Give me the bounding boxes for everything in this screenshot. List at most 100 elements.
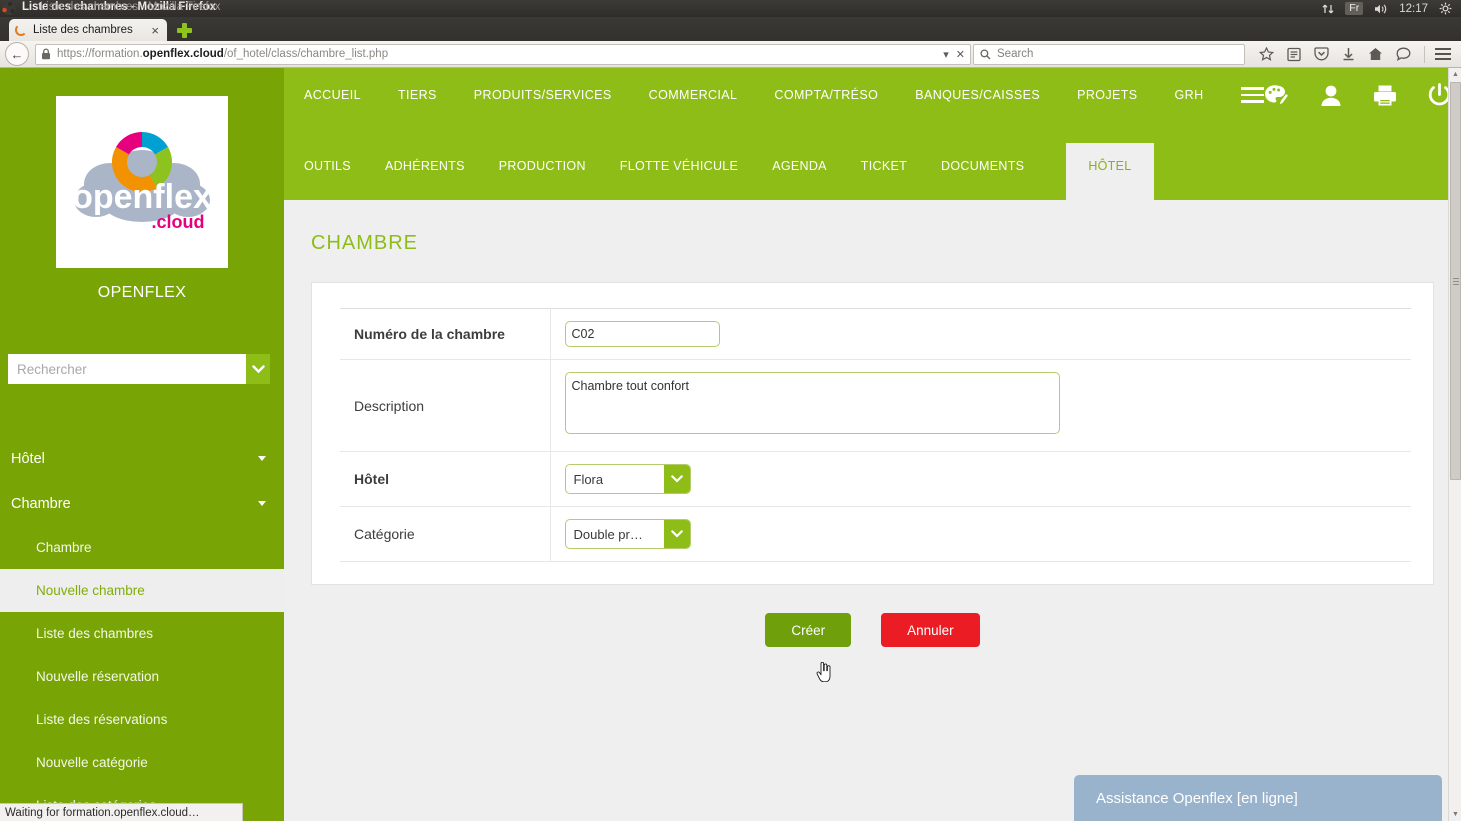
urlbar-dropdown-icon[interactable]: ▾ (943, 48, 949, 61)
description-textarea[interactable]: Chambre tout confort (564, 372, 1060, 434)
topnav-item-hotel-active[interactable]: HÔTEL (1066, 143, 1154, 200)
hotel-select-value: Flora (573, 471, 604, 487)
topnav-item-projets[interactable]: PROJETS (1077, 88, 1137, 102)
chevron-down-icon (251, 364, 265, 373)
clock[interactable]: 12:17 (1399, 3, 1428, 15)
sidebar-item-label: Nouvelle réservation (36, 669, 160, 684)
printer-icon[interactable] (1373, 84, 1397, 107)
user-icon[interactable] (1320, 84, 1342, 107)
browser-navbar: ← https://formation.openflex.cloud/of_ho… (0, 41, 1461, 68)
os-window-title-back: Liste des chambres - Mozilla Firefox (40, 1, 221, 13)
topnav-item-flotte-vehicule[interactable]: FLOTTE VÉHICULE (620, 159, 738, 200)
search-input[interactable] (8, 354, 246, 384)
topnav-item-documents[interactable]: DOCUMENTS (941, 159, 1024, 200)
hotel-select-arrow (663, 465, 690, 493)
topnav-item-adherents[interactable]: ADHÉRENTS (385, 159, 465, 200)
sidebar-group-chambre-label: Chambre (11, 495, 71, 512)
sidebar-item-label: Nouvelle chambre (36, 583, 145, 598)
top-nav-primary-row: ACCUEIL TIERS PRODUITS/SERVICES COMMERCI… (284, 68, 1461, 122)
firefox-menu-icon[interactable] (1435, 48, 1461, 60)
sidebar-item-nouvelle-reservation[interactable]: Nouvelle réservation (0, 655, 284, 698)
sidebar-item-chambre[interactable]: Chambre (0, 526, 284, 569)
sidebar-item-liste-des-chambres[interactable]: Liste des chambres (0, 612, 284, 655)
chevron-down-icon (670, 530, 683, 538)
page-title: CHAMBRE (311, 232, 419, 254)
scroll-up-arrow-icon[interactable]: ▲ (1449, 68, 1461, 81)
lock-icon (42, 48, 50, 60)
search-dropdown-button[interactable] (246, 354, 270, 384)
assistance-chat-widget[interactable]: Assistance Openflex [en ligne] (1074, 775, 1442, 821)
stop-loading-icon[interactable]: ✕ (956, 48, 965, 61)
tab-close-icon[interactable]: × (149, 24, 161, 37)
sidebar-item-nouvelle-chambre[interactable]: Nouvelle chambre (0, 569, 284, 612)
sidebar-item-label: Nouvelle catégorie (36, 755, 148, 770)
topnav-item-accueil[interactable]: ACCUEIL (304, 88, 361, 102)
label-hotel: Hôtel (340, 451, 551, 507)
sidebar-item-nouvelle-categorie[interactable]: Nouvelle catégorie (0, 741, 284, 784)
topnav-item-grh[interactable]: GRH (1175, 88, 1204, 102)
field-description: Chambre tout confort (550, 359, 1411, 452)
sidebar-group-chambre[interactable]: Chambre (0, 481, 284, 526)
os-titlebar: Liste des chambres - Mozilla Firefox Lis… (0, 0, 1461, 17)
palette-icon[interactable] (1264, 84, 1289, 107)
tab-loading-spinner-icon (15, 24, 27, 36)
sidebar-item-liste-des-reservations[interactable]: Liste des réservations (0, 698, 284, 741)
new-tab-plus-icon[interactable] (176, 22, 192, 38)
chevron-down-icon (258, 501, 266, 506)
topnav-item-ticket[interactable]: TICKET (861, 159, 907, 200)
top-navigation: ACCUEIL TIERS PRODUITS/SERVICES COMMERCI… (284, 68, 1461, 200)
sidebar-item-label: Liste des chambres (36, 626, 154, 641)
topnav-item-tiers[interactable]: TIERS (398, 88, 437, 102)
hamburger-menu-icon[interactable] (1240, 87, 1264, 103)
url-domain: openflex.cloud (142, 48, 224, 60)
app-logo: openflex .cloud (56, 96, 228, 268)
topnav-item-banques-caisses[interactable]: BANQUES/CAISSES (915, 88, 1040, 102)
scroll-down-arrow-icon[interactable]: ▼ (1449, 808, 1461, 821)
browser-search-bar[interactable]: Search (973, 43, 1245, 65)
chevron-down-icon (670, 475, 683, 483)
categorie-select[interactable]: Double pr… (564, 519, 691, 549)
browser-tabstrip: Liste des chambres × (0, 17, 1461, 41)
sidebar-group-hotel[interactable]: Hôtel (0, 436, 284, 481)
sidebar-item-label: Chambre (36, 540, 92, 555)
sidebar-group-hotel-label: Hôtel (11, 450, 45, 467)
tab-label: Liste des chambres (33, 24, 133, 36)
browser-toolbar-icons (1249, 45, 1435, 63)
keyboard-layout-indicator[interactable]: Fr (1345, 2, 1364, 15)
page-scrollbar[interactable]: ▲ ▼ (1448, 68, 1461, 821)
browser-tab[interactable]: Liste des chambres × (9, 19, 167, 41)
bookmark-star-icon[interactable] (1259, 46, 1274, 62)
topnav-item-produits-services[interactable]: PRODUITS/SERVICES (474, 88, 612, 102)
library-icon[interactable] (1287, 47, 1301, 62)
svg-text:.cloud: .cloud (152, 212, 205, 232)
volume-icon[interactable] (1374, 3, 1388, 15)
numero-chambre-input[interactable] (564, 321, 720, 347)
browser-search-placeholder: Search (997, 48, 1034, 60)
network-updown-icon[interactable] (1322, 3, 1334, 15)
url-bar[interactable]: https://formation.openflex.cloud/of_hote… (35, 43, 971, 65)
toolbar-divider (1424, 45, 1425, 63)
form-row-hotel: Hôtel Flora (340, 451, 1411, 507)
form-row-categorie: Catégorie Double pr… (340, 506, 1411, 562)
brand-name: OPENFLEX (97, 284, 187, 301)
downloads-icon[interactable] (1342, 47, 1355, 62)
topnav-item-production[interactable]: PRODUCTION (499, 159, 586, 200)
form-row-description: Description Chambre tout confort (340, 359, 1411, 452)
page-scrollbar-thumb[interactable] (1450, 82, 1461, 480)
home-icon[interactable] (1368, 47, 1383, 61)
main-content: ACCUEIL TIERS PRODUITS/SERVICES COMMERCI… (284, 68, 1461, 821)
sidebar-search (8, 354, 270, 384)
cancel-button[interactable]: Annuler (881, 613, 980, 647)
settings-gear-icon[interactable] (1439, 2, 1452, 15)
topnav-item-agenda[interactable]: AGENDA (772, 159, 827, 200)
create-button[interactable]: Créer (765, 613, 852, 647)
topnav-item-compta-treso[interactable]: COMPTA/TRÉSO (774, 88, 878, 102)
back-button[interactable]: ← (5, 42, 29, 66)
hotel-select[interactable]: Flora (564, 464, 691, 494)
pocket-icon[interactable] (1314, 47, 1329, 61)
svg-text:openflex: openflex (72, 178, 212, 216)
categorie-select-arrow (663, 520, 690, 548)
topnav-item-outils[interactable]: OUTILS (304, 159, 351, 200)
topnav-item-commercial[interactable]: COMMERCIAL (649, 88, 738, 102)
chat-sync-icon[interactable] (1396, 47, 1411, 61)
